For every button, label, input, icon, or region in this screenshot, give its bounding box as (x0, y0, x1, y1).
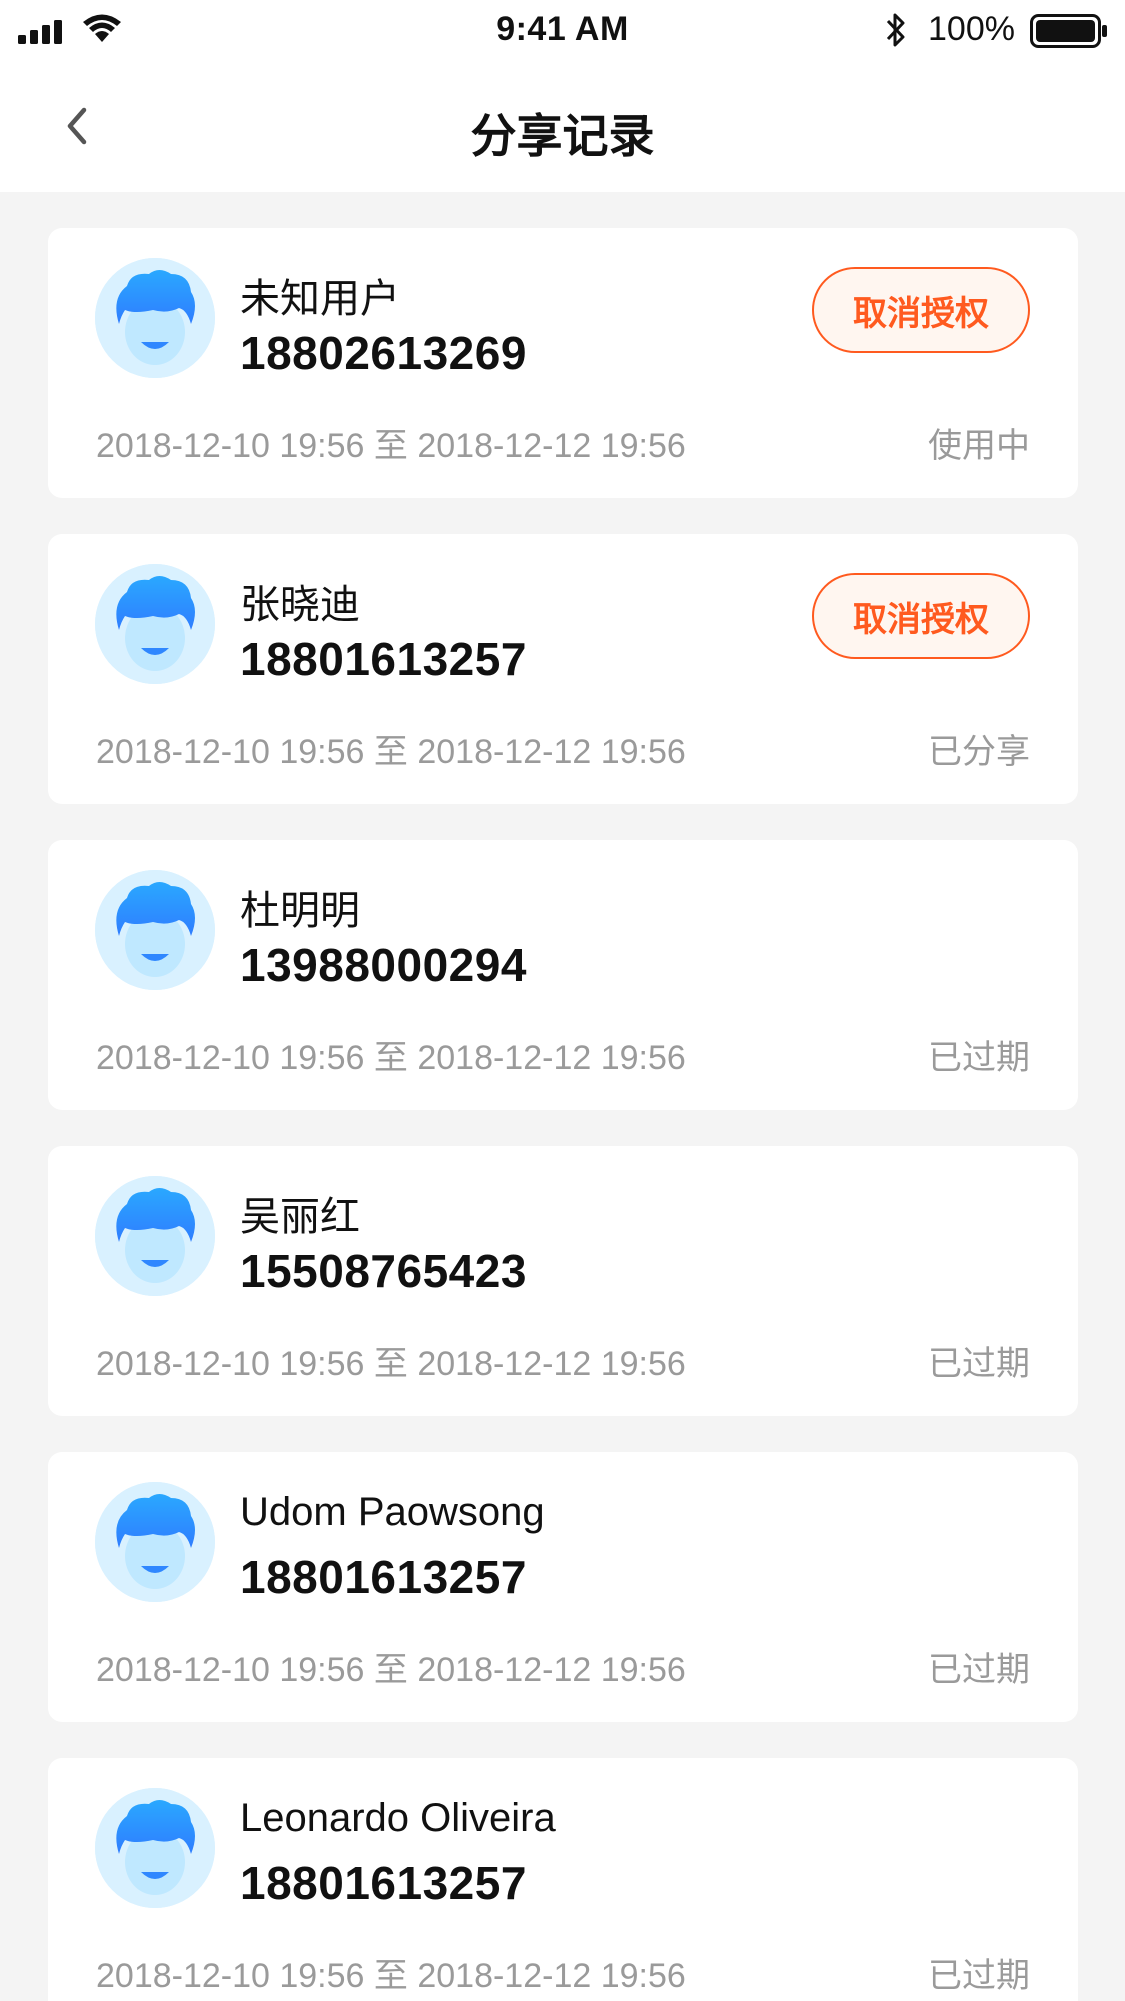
share-status: 已过期 (928, 1957, 1030, 1995)
page-title: 分享记录 (470, 110, 655, 162)
user-name: Udom Paowsong (240, 1490, 545, 1534)
share-record-card: 杜明明 13988000294 2018-12-10 19:56 至 2018-… (48, 840, 1078, 1110)
share-record-card: Udom Paowsong 18801613257 2018-12-10 19:… (48, 1452, 1078, 1722)
user-phone: 18801613257 (240, 1551, 527, 1603)
share-record-card: 张晓迪 18801613257 2018-12-10 19:56 至 2018-… (48, 534, 1078, 804)
avatar (95, 1788, 215, 1908)
user-avatar-icon (95, 1176, 215, 1296)
user-avatar-icon (95, 564, 215, 684)
avatar (95, 258, 215, 378)
avatar (95, 564, 215, 684)
user-phone: 18802613269 (240, 327, 527, 379)
user-avatar-icon (95, 258, 215, 378)
user-phone: 15508765423 (240, 1245, 527, 1297)
avatar (95, 870, 215, 990)
user-avatar-icon (95, 1788, 215, 1908)
avatar (95, 1482, 215, 1602)
revoke-authorization-button[interactable]: 取消授权 (812, 573, 1030, 659)
revoke-authorization-button[interactable]: 取消授权 (812, 267, 1030, 353)
user-phone: 18801613257 (240, 633, 527, 685)
share-record-card: 未知用户 18802613269 2018-12-10 19:56 至 2018… (48, 228, 1078, 498)
share-status: 使用中 (928, 427, 1030, 465)
share-period: 2018-12-10 19:56 至 2018-12-12 19:56 (96, 427, 686, 465)
share-record-card: Leonardo Oliveira 18801613257 2018-12-10… (48, 1758, 1078, 2001)
share-period: 2018-12-10 19:56 至 2018-12-12 19:56 (96, 1651, 686, 1689)
user-name: Leonardo Oliveira (240, 1796, 556, 1840)
user-phone: 18801613257 (240, 1857, 527, 1909)
nav-bar: 分享记录 (0, 62, 1125, 192)
share-period: 2018-12-10 19:56 至 2018-12-12 19:56 (96, 733, 686, 771)
battery-icon (1030, 14, 1107, 48)
status-bar: 9:41 AM 100% (0, 0, 1125, 62)
share-record-card: 吴丽红 15508765423 2018-12-10 19:56 至 2018-… (48, 1146, 1078, 1416)
bluetooth-icon (886, 13, 905, 47)
share-status: 已过期 (928, 1345, 1030, 1383)
share-record-list: 未知用户 18802613269 2018-12-10 19:56 至 2018… (48, 228, 1078, 2001)
share-status: 已过期 (928, 1039, 1030, 1077)
share-status: 已过期 (928, 1651, 1030, 1689)
share-status: 已分享 (928, 733, 1030, 771)
battery-percent: 100% (928, 10, 1015, 48)
user-avatar-icon (95, 870, 215, 990)
share-period: 2018-12-10 19:56 至 2018-12-12 19:56 (96, 1957, 686, 1995)
share-records-screen: 9:41 AM 100% 分享记录 未知用户 18802613269 2018-… (0, 0, 1125, 2001)
share-period: 2018-12-10 19:56 至 2018-12-12 19:56 (96, 1039, 686, 1077)
user-avatar-icon (95, 1482, 215, 1602)
user-name: 张晓迪 (240, 583, 360, 627)
user-phone: 13988000294 (240, 939, 527, 991)
avatar (95, 1176, 215, 1296)
user-name: 未知用户 (240, 277, 400, 321)
user-name: 杜明明 (240, 889, 360, 933)
user-name: 吴丽红 (240, 1195, 360, 1239)
share-period: 2018-12-10 19:56 至 2018-12-12 19:56 (96, 1345, 686, 1383)
